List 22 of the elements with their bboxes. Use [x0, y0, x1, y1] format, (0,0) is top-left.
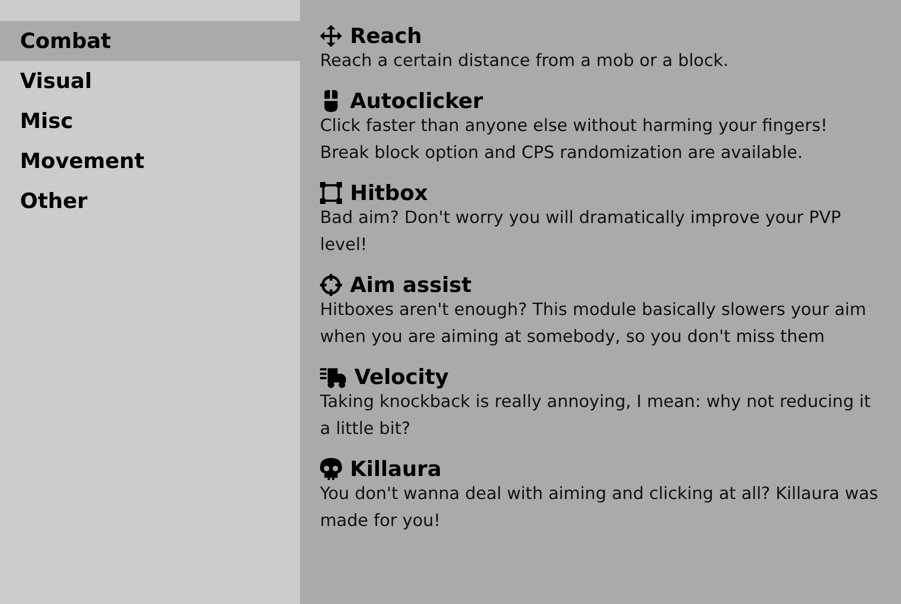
sidebar-item[interactable]: Misc — [0, 101, 300, 141]
module-description: Bad aim? Don't worry you will dramatically improve your PVP level! — [320, 207, 842, 257]
move-icon — [320, 25, 342, 47]
crosshairs-icon — [320, 274, 342, 296]
skull-icon — [320, 458, 342, 480]
vector-icon — [320, 182, 342, 204]
module-title: Velocity — [354, 365, 449, 389]
module-description: Hitboxes aren't enough? This module basically slowers your aim when you are aiming at somebody, so you don't miss them — [320, 299, 868, 349]
sidebar-item[interactable]: Combat — [0, 21, 300, 61]
module-description: Click faster than anyone else without harming your fingers! Break block option and CPS randomization are available. — [320, 115, 828, 165]
module-title: Reach — [350, 24, 422, 48]
module-title: Killaura — [350, 457, 442, 481]
module-description: Taking knockback is really annoying, I mean: why not reducing it a little bit? — [320, 391, 872, 441]
module-title: Hitbox — [350, 181, 428, 205]
module-title: Autoclicker — [350, 89, 483, 113]
sidebar-item[interactable]: Movement — [0, 141, 300, 181]
module-description: You don't wanna deal with aiming and clicking at all? Killaura was made for you! — [320, 483, 880, 533]
truck-icon — [320, 366, 346, 388]
module-description: Reach a certain distance from a mob or a block. — [320, 50, 730, 73]
module-title: Aim assist — [350, 273, 472, 297]
sidebar-item[interactable]: Visual — [0, 61, 300, 101]
sidebar-item[interactable]: Other — [0, 181, 300, 221]
